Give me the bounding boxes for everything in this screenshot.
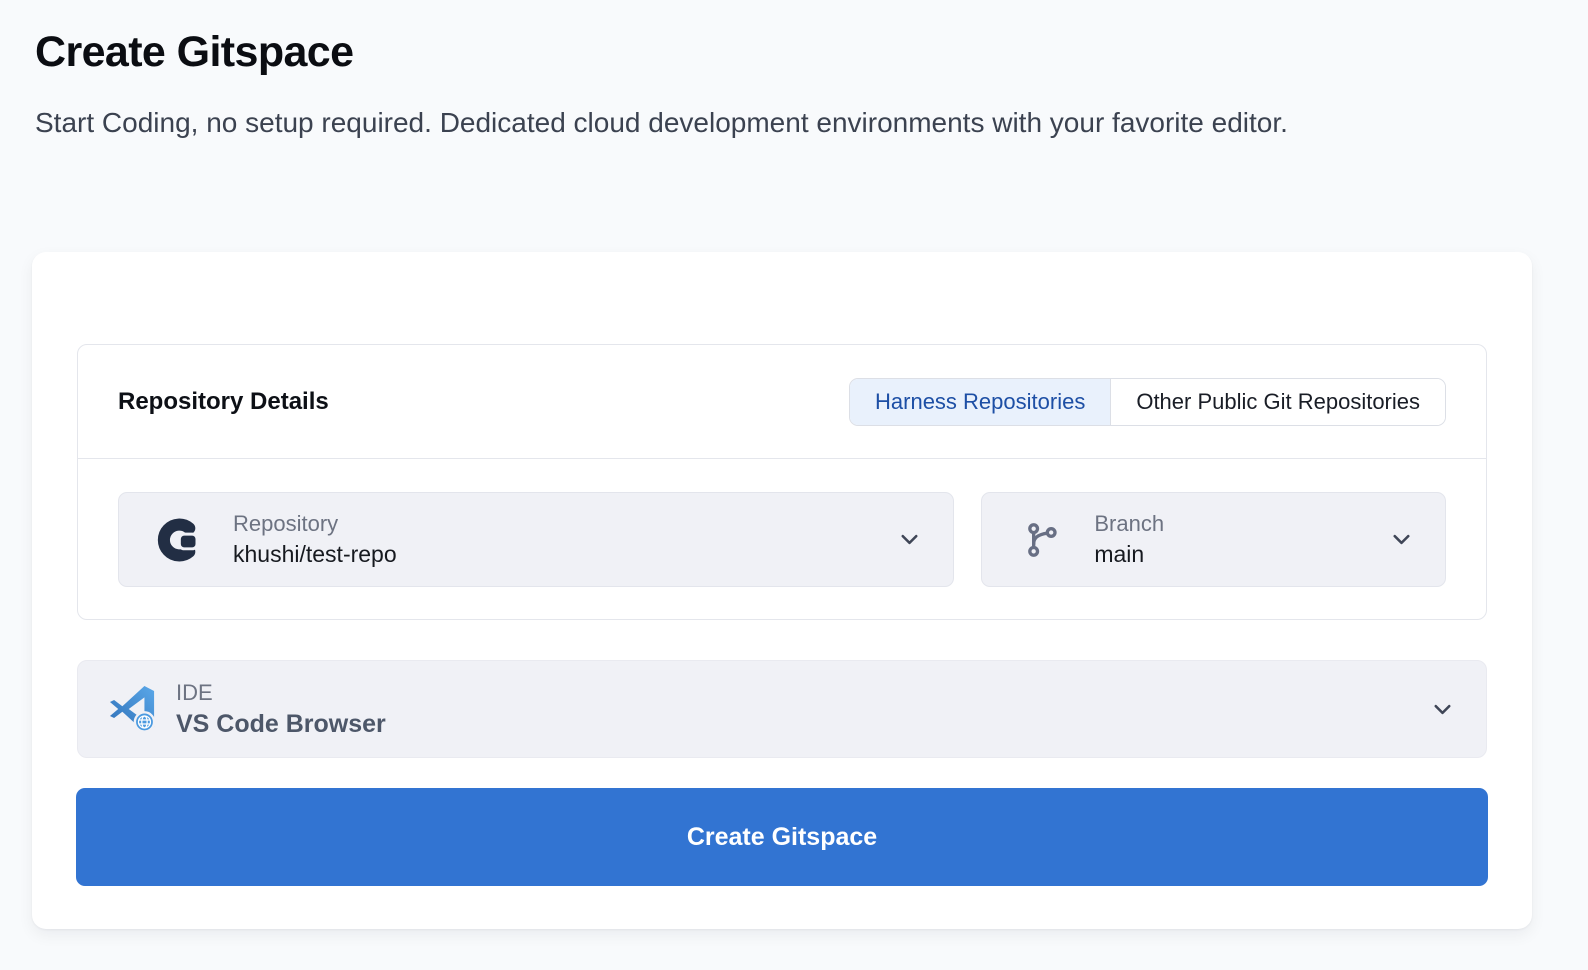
repository-source-tabs: Harness Repositories Other Public Git Re… bbox=[849, 378, 1446, 426]
ide-value: VS Code Browser bbox=[176, 710, 1429, 739]
repository-select[interactable]: Repository khushi/test-repo bbox=[118, 492, 954, 587]
tab-harness-repositories[interactable]: Harness Repositories bbox=[850, 379, 1110, 425]
branch-field-text: Branch main bbox=[1094, 511, 1388, 568]
ide-label: IDE bbox=[176, 680, 1429, 706]
repository-details-panel: Repository Details Harness Repositories … bbox=[77, 344, 1487, 620]
chevron-down-icon bbox=[1388, 526, 1415, 553]
ide-select[interactable]: IDE VS Code Browser bbox=[77, 660, 1487, 758]
chevron-down-icon bbox=[896, 526, 923, 553]
create-gitspace-page: Create Gitspace Start Coding, no setup r… bbox=[0, 0, 1588, 970]
create-gitspace-button[interactable]: Create Gitspace bbox=[76, 788, 1488, 886]
repository-details-body: Repository khushi/test-repo bbox=[78, 459, 1486, 587]
repository-details-heading: Repository Details bbox=[118, 388, 329, 416]
repository-details-header: Repository Details Harness Repositories … bbox=[78, 345, 1486, 459]
repository-label: Repository bbox=[233, 511, 896, 537]
vscode-browser-icon bbox=[108, 685, 156, 733]
chevron-down-icon bbox=[1429, 696, 1456, 723]
branch-value: main bbox=[1094, 541, 1388, 568]
repository-icon bbox=[157, 518, 201, 562]
page-subtitle: Start Coding, no setup required. Dedicat… bbox=[35, 103, 1465, 143]
branch-label: Branch bbox=[1094, 511, 1388, 537]
page-title: Create Gitspace bbox=[35, 28, 353, 77]
ide-field-text: IDE VS Code Browser bbox=[176, 680, 1429, 739]
repository-field-text: Repository khushi/test-repo bbox=[233, 511, 896, 568]
gitspace-form-card: Repository Details Harness Repositories … bbox=[32, 252, 1532, 929]
tab-other-public-git-repositories[interactable]: Other Public Git Repositories bbox=[1110, 379, 1445, 425]
repository-value: khushi/test-repo bbox=[233, 541, 896, 568]
git-branch-icon bbox=[1022, 518, 1062, 562]
branch-select[interactable]: Branch main bbox=[981, 492, 1446, 587]
